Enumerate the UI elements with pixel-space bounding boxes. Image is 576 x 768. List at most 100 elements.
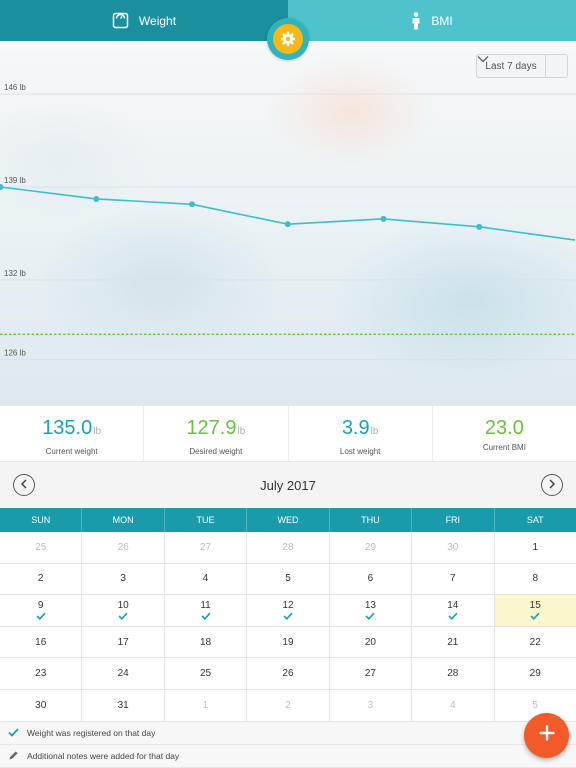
checkmark-icon [118, 612, 128, 621]
calendar-day[interactable]: 28 [412, 658, 495, 689]
day-number: 3 [367, 699, 374, 711]
calendar-day[interactable]: 13 [329, 595, 413, 626]
calendar-day[interactable]: 12 [247, 595, 330, 626]
stat-label: Desired weight [189, 447, 243, 456]
stat-label: Lost weight [339, 447, 381, 456]
stat-desired-weight: 127.9lb Desired weight [144, 406, 289, 461]
next-month-button[interactable] [541, 474, 563, 496]
day-number: 23 [35, 668, 47, 680]
calendar-day[interactable]: 1 [164, 689, 248, 721]
calendar-day[interactable]: 11 [164, 595, 248, 626]
y-tick-label: 146 lb [4, 83, 26, 92]
range-select[interactable]: Last 7 days [476, 54, 568, 78]
calendar-day[interactable]: 30 [412, 532, 495, 563]
calendar-day[interactable]: 14 [412, 595, 495, 626]
checkmark-icon [36, 612, 46, 621]
calendar-day[interactable]: 30 [0, 689, 83, 721]
calendar-day[interactable]: 9 [0, 595, 83, 626]
day-number: 25 [35, 541, 47, 553]
calendar-day[interactable]: 5 [247, 563, 330, 595]
day-number: 4 [450, 699, 456, 711]
day-number: 17 [117, 636, 129, 648]
calendar-day[interactable]: 4 [164, 563, 248, 595]
checkmark-icon [200, 612, 211, 621]
weekday-label: FRI [412, 508, 495, 532]
calendar-day[interactable]: 18 [164, 626, 248, 658]
day-number: 9 [37, 600, 44, 612]
calendar-day[interactable]: 19 [247, 626, 330, 658]
calendar-day[interactable]: 22 [494, 626, 576, 658]
calendar-day[interactable]: 28 [247, 532, 330, 563]
y-tick-label: 132 lb [4, 269, 26, 278]
calendar-day[interactable]: 26 [247, 658, 330, 689]
day-number: 2 [37, 573, 44, 585]
day-number: 4 [202, 573, 209, 585]
calendar-day[interactable]: 21 [412, 626, 495, 658]
calendar-day[interactable]: 29 [494, 658, 576, 689]
calendar-day[interactable]: 17 [82, 626, 165, 658]
previous-month-button[interactable] [13, 474, 35, 496]
chevron-right-icon [548, 476, 556, 494]
settings-button[interactable] [267, 18, 309, 60]
weekday-label: SAT [526, 515, 544, 525]
stat-value: 3.9 [341, 417, 370, 439]
calendar-day[interactable]: 2 [0, 563, 83, 595]
calendar-day[interactable]: 23 [0, 658, 83, 689]
day-number: 20 [364, 636, 376, 648]
calendar-day[interactable]: 10 [82, 595, 165, 626]
calendar-day[interactable]: 25 [164, 658, 248, 689]
stat-value: 23.0 [484, 417, 524, 439]
day-number: 16 [35, 636, 47, 648]
day-number: 3 [120, 573, 126, 585]
stat-value: 127.9 [186, 417, 237, 439]
stat-unit: lb [237, 426, 246, 437]
calendar-day[interactable]: 25 [0, 532, 83, 563]
tab-bmi-label: BMI [431, 13, 453, 28]
stat-unit: lb [370, 426, 379, 437]
stats-bar: 135.0lb Current weight 127.9lb Desired w… [0, 406, 576, 462]
day-number: 7 [450, 573, 456, 585]
calendar-day[interactable]: 27 [164, 532, 248, 563]
calendar-day[interactable]: 27 [329, 658, 413, 689]
weight-series-line [0, 186, 576, 241]
calendar-day[interactable]: 24 [82, 658, 165, 689]
pencil-icon [8, 750, 19, 763]
stat-label: Current weight [45, 447, 98, 456]
calendar-day[interactable]: 8 [494, 563, 576, 595]
stat-unit: lb [93, 426, 102, 437]
day-number: 31 [117, 699, 129, 711]
tab-weight[interactable]: Weight [0, 0, 288, 41]
calendar-day[interactable]: 6 [329, 563, 413, 595]
checkmark-icon [448, 612, 458, 621]
calendar-day[interactable]: 29 [329, 532, 413, 563]
calendar-day[interactable]: 31 [82, 689, 165, 721]
calendar-day[interactable]: 3 [329, 689, 413, 721]
calendar-day[interactable]: 1 [494, 532, 576, 563]
calendar-day[interactable]: 4 [412, 689, 495, 721]
calendar-day[interactable]: 26 [82, 532, 165, 563]
calendar-week: 2 3 4 5 6 7 8 [0, 563, 576, 596]
tab-weight-label: Weight [138, 13, 177, 28]
calendar-day[interactable]: 16 [0, 626, 83, 658]
calendar-week: 25 26 27 28 29 30 1 [0, 532, 576, 564]
day-number: 30 [35, 699, 47, 711]
calendar-day-selected[interactable]: 15 [494, 595, 576, 626]
day-number: 6 [367, 573, 374, 585]
tab-bmi[interactable]: BMI [288, 0, 576, 41]
calendar-day[interactable]: 3 [82, 563, 165, 595]
calendar-day[interactable]: 20 [329, 626, 413, 658]
legend-registered-label: Weight was registered on that day [27, 728, 156, 738]
day-number: 18 [199, 636, 212, 648]
calendar-day[interactable]: 2 [247, 689, 330, 721]
stat-label: Current BMI [482, 443, 526, 452]
day-number: 5 [285, 573, 291, 585]
day-number: 14 [447, 600, 459, 612]
day-number: 1 [532, 541, 539, 553]
day-number: 30 [447, 541, 459, 553]
calendar-day[interactable]: 7 [412, 563, 495, 595]
day-number: 21 [447, 636, 459, 648]
add-entry-button[interactable] [524, 713, 569, 758]
chevron-left-icon [20, 476, 28, 494]
day-number: 1 [202, 699, 209, 711]
stat-current-weight: 135.0lb Current weight [0, 406, 145, 461]
